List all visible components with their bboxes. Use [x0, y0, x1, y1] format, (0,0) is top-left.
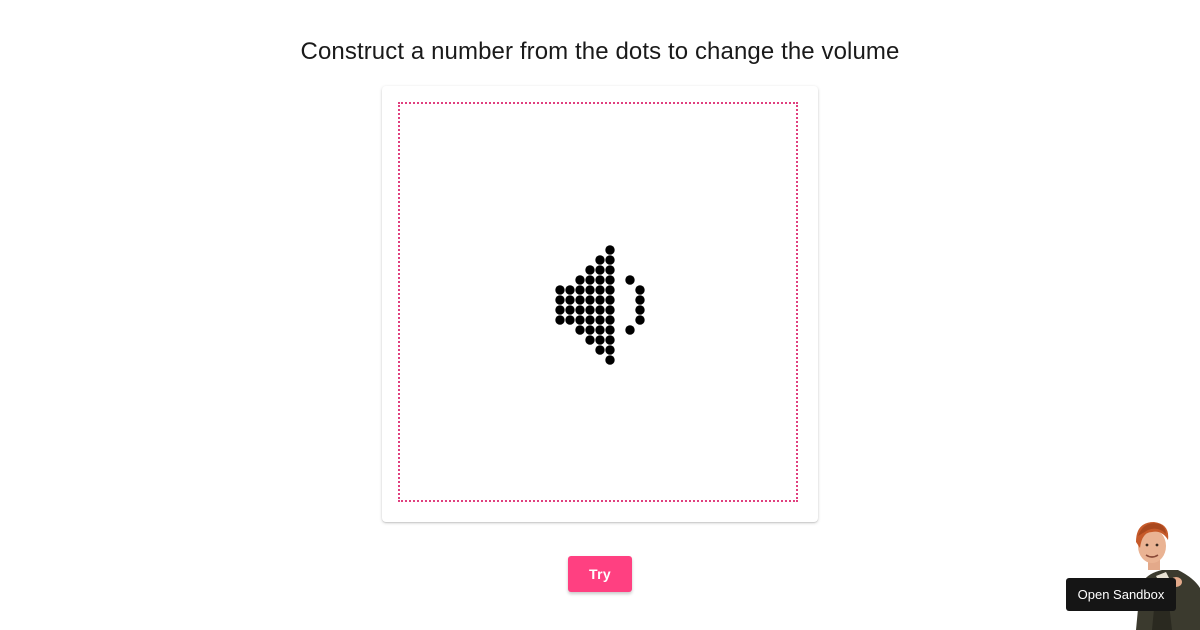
dot[interactable]	[565, 305, 575, 315]
page: Construct a number from the dots to chan…	[0, 0, 1200, 630]
dot[interactable]	[605, 255, 615, 265]
volume-card	[382, 86, 818, 522]
dot[interactable]	[635, 315, 645, 325]
dot[interactable]	[595, 275, 605, 285]
dot[interactable]	[635, 285, 645, 295]
dot[interactable]	[605, 295, 615, 305]
dot[interactable]	[635, 295, 645, 305]
dot[interactable]	[565, 315, 575, 325]
dot[interactable]	[635, 305, 645, 315]
dot[interactable]	[585, 265, 595, 275]
dot[interactable]	[585, 325, 595, 335]
mascot-figure-icon[interactable]	[1122, 518, 1200, 630]
dot[interactable]	[595, 265, 605, 275]
dot[interactable]	[585, 275, 595, 285]
dot[interactable]	[575, 315, 585, 325]
speaker-dots-icon[interactable]	[382, 86, 818, 522]
dot[interactable]	[555, 305, 565, 315]
dot[interactable]	[585, 295, 595, 305]
dot[interactable]	[605, 285, 615, 295]
dot[interactable]	[605, 315, 615, 325]
dot[interactable]	[575, 305, 585, 315]
dot[interactable]	[595, 295, 605, 305]
dot[interactable]	[595, 285, 605, 295]
dot[interactable]	[565, 285, 575, 295]
dot[interactable]	[585, 305, 595, 315]
dot[interactable]	[595, 335, 605, 345]
dot[interactable]	[565, 295, 575, 305]
dot[interactable]	[605, 335, 615, 345]
dot[interactable]	[595, 305, 605, 315]
dot[interactable]	[605, 245, 615, 255]
dot[interactable]	[605, 305, 615, 315]
dot[interactable]	[555, 285, 565, 295]
dot[interactable]	[555, 315, 565, 325]
open-sandbox-button[interactable]: Open Sandbox	[1066, 578, 1176, 611]
dot[interactable]	[595, 315, 605, 325]
try-button[interactable]: Try	[568, 556, 632, 592]
page-title: Construct a number from the dots to chan…	[300, 38, 900, 65]
dot[interactable]	[605, 355, 615, 365]
dot[interactable]	[575, 295, 585, 305]
dot[interactable]	[605, 325, 615, 335]
dot[interactable]	[585, 315, 595, 325]
dot[interactable]	[625, 275, 635, 285]
dot[interactable]	[605, 275, 615, 285]
dot[interactable]	[605, 345, 615, 355]
dot[interactable]	[605, 265, 615, 275]
dot[interactable]	[585, 285, 595, 295]
dot[interactable]	[625, 325, 635, 335]
dot[interactable]	[575, 325, 585, 335]
dot[interactable]	[555, 295, 565, 305]
dot[interactable]	[585, 335, 595, 345]
dot[interactable]	[595, 255, 605, 265]
dot[interactable]	[575, 275, 585, 285]
dot[interactable]	[575, 285, 585, 295]
dot[interactable]	[595, 345, 605, 355]
dot[interactable]	[595, 325, 605, 335]
